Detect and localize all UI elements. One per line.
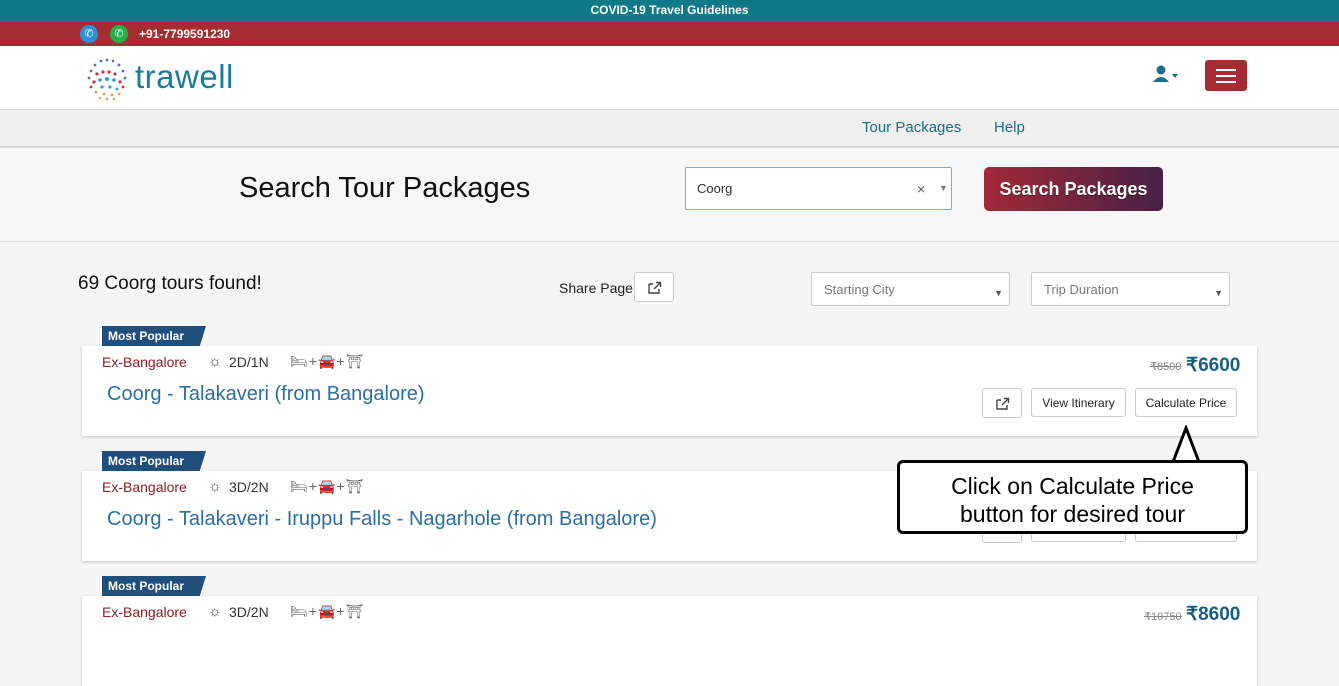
globe-logo-icon[interactable]	[82, 54, 132, 104]
tour-duration: 3D/2N	[229, 604, 269, 620]
user-account-icon[interactable]	[1152, 64, 1180, 91]
view-itinerary-button[interactable]: View Itinerary	[1031, 388, 1126, 417]
share-icon	[648, 281, 662, 294]
car-icon: 🚘	[317, 353, 337, 369]
menu-bar-icon	[1216, 69, 1236, 71]
search-packages-button[interactable]: Search Packages	[984, 167, 1163, 211]
callout-pointer-arrow	[1171, 425, 1201, 463]
callout-line-1: Click on Calculate Price	[951, 473, 1194, 499]
tour-title-link[interactable]: Coorg - Talakaveri - Iruppu Falls - Naga…	[107, 508, 657, 531]
inclusions-icons: 🛏+🚘+⛩	[290, 353, 365, 369]
share-page-button[interactable]	[634, 272, 674, 302]
menu-bar-icon	[1216, 75, 1236, 77]
results-count: 69 Coorg tours found!	[78, 273, 262, 294]
hotel-bed-icon: 🛏	[290, 353, 309, 369]
inclusions-icons: 🛏+🚘+⛩	[290, 478, 365, 494]
search-title: Search Tour Packages	[239, 172, 531, 204]
inclusions-icons: 🛏+🚘+⛩	[290, 603, 365, 619]
nav-help[interactable]: Help	[994, 119, 1025, 136]
hotel-bed-icon: 🛏	[290, 478, 309, 494]
nav-tour-packages[interactable]: Tour Packages	[862, 119, 961, 136]
share-icon	[996, 397, 1010, 410]
sun-icon: ☼	[208, 353, 222, 370]
discounted-price: ₹6600	[1186, 355, 1241, 376]
starting-city-placeholder: Starting City	[824, 282, 895, 297]
tour-duration: 3D/2N	[229, 479, 269, 495]
whatsapp-icon[interactable]: ✆	[110, 25, 128, 43]
search-dropdown-arrow-icon[interactable]: ▼	[939, 183, 948, 193]
original-price: ₹8500	[1150, 361, 1182, 373]
sightseeing-icon: ⛩	[345, 353, 365, 369]
chevron-down-icon: ▼	[1214, 288, 1223, 298]
starting-city-select[interactable]: Starting City ▼	[811, 272, 1010, 306]
clear-search-icon[interactable]: ×	[917, 181, 925, 197]
share-tour-button[interactable]	[982, 388, 1022, 418]
trip-duration-select[interactable]: Trip Duration ▼	[1031, 272, 1230, 306]
covid-guidelines-banner[interactable]: COVID-19 Travel Guidelines	[0, 0, 1339, 22]
instruction-callout: Click on Calculate Price button for desi…	[897, 460, 1248, 534]
hamburger-menu-button[interactable]	[1205, 60, 1247, 91]
sun-icon: ☼	[208, 603, 222, 620]
brand-logo-text[interactable]: trawell	[135, 58, 234, 96]
tour-title-link[interactable]: Coorg - Talakaveri (from Bangalore)	[107, 383, 425, 406]
menu-bar-icon	[1216, 81, 1236, 83]
sub-navigation	[0, 110, 1339, 148]
trip-duration-placeholder: Trip Duration	[1044, 282, 1119, 297]
share-page-label: Share Page	[559, 280, 633, 296]
tour-origin: Ex-Bangalore	[102, 604, 187, 620]
chevron-down-icon: ▼	[994, 288, 1003, 298]
car-icon: 🚘	[317, 478, 337, 494]
tour-origin: Ex-Bangalore	[102, 354, 187, 370]
tour-duration: 2D/1N	[229, 354, 269, 370]
sun-icon: ☼	[208, 478, 222, 495]
search-input-value[interactable]: Coorg	[697, 181, 732, 196]
phone-icon[interactable]: ✆	[80, 25, 98, 43]
discounted-price: ₹8600	[1186, 604, 1241, 625]
callout-line-2: button for desired tour	[959, 501, 1186, 527]
sightseeing-icon: ⛩	[345, 478, 365, 494]
calculate-price-button[interactable]: Calculate Price	[1135, 388, 1237, 417]
tour-origin: Ex-Bangalore	[102, 479, 187, 495]
most-popular-badge: Most Popular	[102, 326, 206, 346]
most-popular-badge: Most Popular	[102, 576, 206, 596]
most-popular-badge: Most Popular	[102, 451, 206, 471]
phone-number[interactable]: +91-7799591230	[139, 27, 230, 41]
